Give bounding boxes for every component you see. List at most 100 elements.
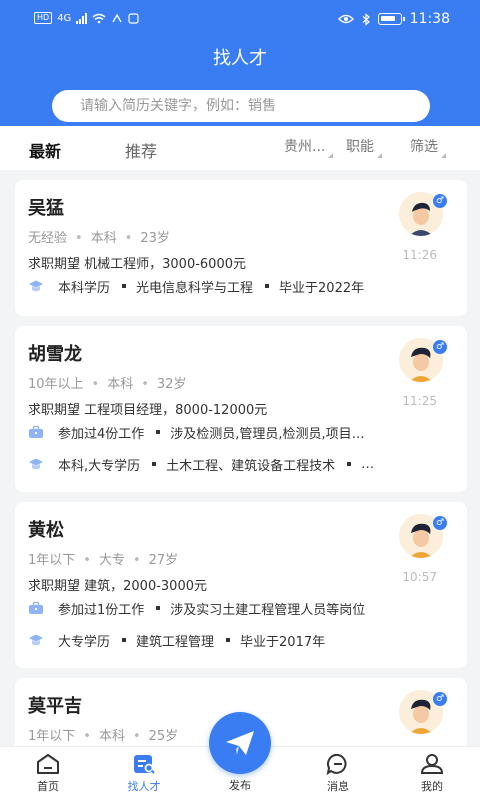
positions: 涉及检测员,管理员,检测员,项目… bbox=[170, 426, 365, 442]
candidate-name: 胡雪龙 bbox=[28, 344, 82, 365]
job-count: 参加过1份工作 bbox=[58, 602, 145, 618]
major: 光电信息科学与工程 bbox=[136, 280, 254, 296]
bluetooth-icon bbox=[362, 12, 370, 26]
more-filter-label: 筛选 bbox=[410, 139, 438, 155]
work-line: 参加过4份工作 涉及检测员,管理员,检测员,项目… bbox=[28, 422, 448, 442]
education: 本科 bbox=[98, 729, 125, 744]
status-left: HD 4G bbox=[34, 12, 139, 24]
education: 本科 bbox=[107, 377, 134, 392]
update-time: 11:26 bbox=[402, 248, 437, 262]
graduation-year: 毕业于2017年 bbox=[240, 634, 326, 650]
candidate-card[interactable]: 胡雪龙 10年以上 • 本科 • 32岁 求职期望 工程项目经理，8000-12000元… bbox=[15, 326, 467, 492]
city-filter-label: 贵州... bbox=[284, 139, 326, 155]
candidate-meta: 10年以上 • 本科 • 32岁 bbox=[28, 377, 187, 392]
post-button[interactable] bbox=[209, 712, 271, 774]
candidate-name: 黄松 bbox=[28, 520, 64, 541]
job-expectation: 求职期望 建筑，2000-3000元 bbox=[28, 579, 207, 594]
male-icon: ♂ bbox=[433, 340, 447, 354]
nfc-icon bbox=[112, 13, 122, 22]
dropdown-triangle-icon bbox=[328, 153, 334, 158]
nav-mine[interactable]: 我的 bbox=[402, 753, 462, 794]
nav-messages-label: 消息 bbox=[327, 780, 349, 793]
candidate-meta: 1年以下 • 大专 • 27岁 bbox=[28, 553, 179, 568]
briefcase-icon bbox=[29, 601, 43, 614]
battery-icon bbox=[377, 13, 405, 25]
graduation-year: 毕业于2022年 bbox=[279, 280, 365, 296]
status-time: 11:38 bbox=[409, 11, 450, 27]
work-line: 参加过1份工作 涉及实习土建工程管理人员等岗位 bbox=[28, 598, 448, 618]
male-icon: ♂ bbox=[433, 516, 447, 530]
age: 23岁 bbox=[140, 231, 170, 246]
user-icon bbox=[420, 754, 444, 774]
nav-home[interactable]: 首页 bbox=[18, 753, 78, 794]
nav-mine-label: 我的 bbox=[421, 780, 443, 793]
candidate-card[interactable]: 黄松 1年以下 • 大专 • 27岁 求职期望 建筑，2000-3000元 ♂ 10:5… bbox=[15, 502, 467, 668]
tab-bar: 最新 推荐 贵州... 职能 筛选 bbox=[0, 126, 480, 170]
briefcase-icon bbox=[29, 425, 43, 438]
nav-find-talent-label: 找人才 bbox=[127, 780, 161, 793]
education-line: 本科学历 光电信息科学与工程 毕业于2022年 bbox=[28, 276, 448, 296]
more-ellipsis: … bbox=[361, 456, 375, 472]
positions: 涉及实习土建工程管理人员等岗位 bbox=[170, 602, 366, 618]
degree: 本科,大专学历 bbox=[58, 458, 141, 474]
signal-icon bbox=[76, 12, 88, 24]
candidate-meta: 1年以下 • 本科 • 25岁 bbox=[28, 729, 179, 744]
graduation-cap-icon bbox=[29, 458, 43, 470]
find-talent-icon bbox=[134, 755, 155, 774]
candidate-name: 吴猛 bbox=[28, 198, 64, 219]
graduation-cap-icon bbox=[29, 280, 43, 292]
nav-messages[interactable]: 消息 bbox=[308, 753, 368, 794]
nav-home-label: 首页 bbox=[37, 780, 59, 793]
candidate-card[interactable]: 吴猛 无经验 • 本科 • 23岁 求职期望 机械工程师，3000-6000元 ♂ 11… bbox=[15, 180, 467, 316]
candidate-name: 莫平吉 bbox=[28, 696, 82, 717]
male-icon: ♂ bbox=[433, 194, 447, 208]
network-type: 4G bbox=[57, 12, 72, 24]
paper-plane-icon bbox=[226, 731, 254, 755]
candidate-meta: 无经验 • 本科 • 23岁 bbox=[28, 231, 170, 246]
dropdown-triangle-icon bbox=[377, 153, 382, 158]
education: 大专 bbox=[98, 553, 125, 568]
major: 土木工程、建筑设备工程技术 bbox=[166, 458, 336, 474]
update-time: 10:57 bbox=[402, 570, 437, 584]
degree: 大专学历 bbox=[58, 634, 111, 650]
dropdown-triangle-icon bbox=[441, 153, 446, 158]
education-line: 本科,大专学历 土木工程、建筑设备工程技术 … bbox=[28, 454, 448, 474]
experience: 1年以下 bbox=[28, 553, 76, 568]
age: 25岁 bbox=[148, 729, 179, 744]
male-icon: ♂ bbox=[433, 692, 447, 706]
tab-newest[interactable]: 最新 bbox=[29, 138, 61, 162]
page-title: 找人才 bbox=[213, 48, 267, 69]
home-icon bbox=[37, 754, 59, 774]
major: 建筑工程管理 bbox=[136, 634, 215, 650]
eye-icon bbox=[337, 14, 354, 24]
experience: 1年以下 bbox=[28, 729, 76, 744]
notification-icon bbox=[128, 12, 139, 24]
experience: 10年以上 bbox=[28, 377, 84, 392]
tab-recommend[interactable]: 推荐 bbox=[125, 138, 157, 162]
nav-post-label: 发布 bbox=[229, 779, 251, 792]
job-expectation: 求职期望 机械工程师，3000-6000元 bbox=[28, 257, 246, 272]
update-time: 11:25 bbox=[402, 394, 437, 408]
job-filter[interactable]: 职能 bbox=[346, 136, 382, 158]
age: 27岁 bbox=[148, 553, 179, 568]
status-bar: HD 4G 11:38 bbox=[0, 0, 480, 40]
education-line: 大专学历 建筑工程管理 毕业于2017年 bbox=[28, 630, 448, 650]
graduation-cap-icon bbox=[29, 634, 43, 646]
job-expectation: 求职期望 工程项目经理，8000-12000元 bbox=[28, 403, 268, 418]
nav-post-label-wrap: 发布 bbox=[210, 777, 270, 793]
degree: 本科学历 bbox=[58, 280, 111, 296]
city-filter[interactable]: 贵州... bbox=[284, 136, 334, 158]
more-filter[interactable]: 筛选 bbox=[410, 136, 446, 158]
education: 本科 bbox=[90, 231, 117, 246]
nav-find-talent[interactable]: 找人才 bbox=[114, 753, 174, 794]
status-right: 11:38 bbox=[337, 11, 450, 27]
experience: 无经验 bbox=[28, 231, 68, 246]
candidate-list: 吴猛 无经验 • 本科 • 23岁 求职期望 机械工程师，3000-6000元 ♂ 11… bbox=[0, 170, 480, 746]
wifi-icon bbox=[92, 13, 106, 23]
job-count: 参加过4份工作 bbox=[58, 426, 145, 442]
header: HD 4G 11:38 找人才 请输入简历关键字，例如：销售 bbox=[0, 0, 480, 126]
hd-badge: HD bbox=[34, 12, 53, 24]
message-icon bbox=[326, 753, 347, 775]
search-input[interactable]: 请输入简历关键字，例如：销售 bbox=[52, 90, 430, 122]
age: 32岁 bbox=[156, 377, 187, 392]
